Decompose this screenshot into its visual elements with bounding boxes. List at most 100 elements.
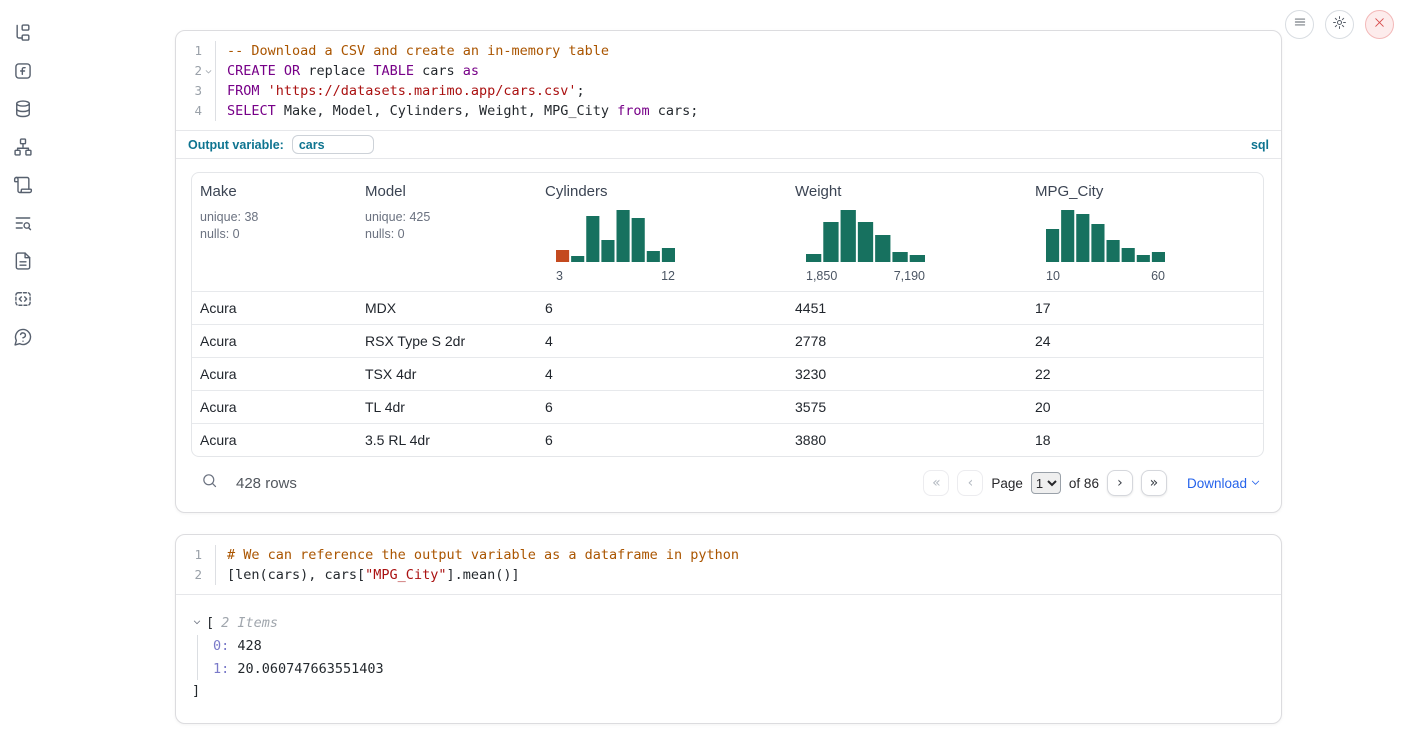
histogram-bar xyxy=(892,252,907,262)
cell-mpg_city: 18 xyxy=(1027,424,1263,456)
variables-icon[interactable] xyxy=(12,60,34,82)
cell-cylinders: 6 xyxy=(537,424,787,456)
table-body: AcuraMDX6445117AcuraRSX Type S 2dr427782… xyxy=(192,291,1263,456)
documentation-icon[interactable] xyxy=(12,250,34,272)
prev-page-button[interactable]: ‹ xyxy=(957,470,983,496)
chevron-down-icon[interactable] xyxy=(192,613,206,633)
cell-cylinders: 4 xyxy=(537,325,787,357)
tree-root: [ 2 Items xyxy=(192,613,1265,633)
histogram-bar xyxy=(632,218,645,262)
logs-icon[interactable] xyxy=(12,212,34,234)
code-text: # We can reference the output variable a… xyxy=(215,545,739,565)
cell-make: Acura xyxy=(192,358,357,390)
table-row: AcuraMDX6445117 xyxy=(192,291,1263,324)
python-code-editor[interactable]: 1# We can reference the output variable … xyxy=(176,535,1281,594)
dependency-graph-icon[interactable] xyxy=(12,136,34,158)
code-line[interactable]: 1 -- Download a CSV and create an in-memo… xyxy=(176,41,1281,61)
column-header-weight[interactable]: Weight 1,8507,190 xyxy=(787,173,1027,291)
settings-gear-icon xyxy=(1332,15,1347,35)
column-name: Weight xyxy=(795,183,1019,200)
output-variable-input[interactable] xyxy=(292,135,374,154)
fold-gutter xyxy=(202,81,215,101)
code-text: SELECT Make, Model, Cylinders, Weight, M… xyxy=(215,101,698,121)
histogram-bar xyxy=(1076,214,1089,262)
cell-cylinders: 6 xyxy=(537,292,787,324)
chevron-down-icon xyxy=(1250,476,1261,491)
tree-entry-value: 428 xyxy=(237,638,261,654)
cell-weight: 3230 xyxy=(787,358,1027,390)
cylinders-histogram[interactable]: 312 xyxy=(556,208,675,283)
tree-entries: 0: 4281: 20.060747663551403 xyxy=(197,635,1265,680)
open-bracket: [ xyxy=(206,613,214,633)
tree-entry: 1: 20.060747663551403 xyxy=(213,658,1265,681)
tree-entry: 0: 428 xyxy=(213,635,1265,658)
cell-make: Acura xyxy=(192,424,357,456)
sql-code-editor[interactable]: 1 -- Download a CSV and create an in-memo… xyxy=(176,31,1281,130)
shutdown-button[interactable] xyxy=(1365,10,1394,39)
histogram-bar xyxy=(601,240,614,262)
histogram-bar xyxy=(1091,224,1104,262)
line-number: 4 xyxy=(176,101,202,121)
column-header-cylinders[interactable]: Cylinders 312 xyxy=(537,173,787,291)
code-text: -- Download a CSV and create an in-memor… xyxy=(215,41,609,61)
cell-model: RSX Type S 2dr xyxy=(357,325,537,357)
search-icon xyxy=(201,472,218,494)
histogram-axis-labels: 1,8507,190 xyxy=(806,269,925,283)
column-header-make[interactable]: Makeunique: 38nulls: 0 xyxy=(192,173,357,291)
last-page-button[interactable]: » xyxy=(1141,470,1167,496)
download-button[interactable]: Download xyxy=(1187,476,1261,491)
code-line[interactable]: 4 SELECT Make, Model, Cylinders, Weight, … xyxy=(176,101,1281,121)
line-number: 1 xyxy=(176,41,202,61)
cell-weight: 4451 xyxy=(787,292,1027,324)
cell-mpg_city: 17 xyxy=(1027,292,1263,324)
file-explorer-icon[interactable] xyxy=(12,22,34,44)
tree-entry-key: 1: xyxy=(213,661,237,677)
fold-gutter xyxy=(202,545,215,565)
left-sidebar xyxy=(0,0,46,729)
page-label: Page xyxy=(991,476,1023,491)
language-badge[interactable]: sql xyxy=(1251,138,1269,152)
datasources-icon[interactable] xyxy=(12,98,34,120)
cell-model: 3.5 RL 4dr xyxy=(357,424,537,456)
column-name: Cylinders xyxy=(545,183,779,200)
output-variable-label: Output variable: xyxy=(188,138,284,152)
histogram-bar xyxy=(1107,240,1120,262)
line-number: 2 xyxy=(176,61,202,81)
close-bracket: ] xyxy=(192,681,1265,701)
histogram-bar xyxy=(910,255,925,262)
table-header-row: Makeunique: 38nulls: 0Modelunique: 425nu… xyxy=(192,173,1263,291)
histogram-bar xyxy=(662,248,675,262)
column-header-model[interactable]: Modelunique: 425nulls: 0 xyxy=(357,173,537,291)
scratchpad-icon[interactable] xyxy=(12,174,34,196)
column-header-mpg_city[interactable]: MPG_City1060 xyxy=(1027,173,1263,291)
snippets-icon[interactable] xyxy=(12,288,34,310)
weight-histogram[interactable]: 1,8507,190 xyxy=(806,208,925,283)
cell-make: Acura xyxy=(192,292,357,324)
page-select[interactable]: 1 xyxy=(1031,472,1061,494)
histogram-bar xyxy=(823,222,838,262)
mpg_city-histogram[interactable]: 1060 xyxy=(1046,208,1165,283)
histogram-bar xyxy=(556,250,569,262)
code-line[interactable]: 2[len(cars), cars["MPG_City"].mean()] xyxy=(176,565,1281,585)
notebook-actions xyxy=(1285,10,1394,39)
help-icon[interactable] xyxy=(12,326,34,348)
settings-button[interactable] xyxy=(1325,10,1354,39)
histogram-bar xyxy=(1152,252,1165,262)
fold-chevron-icon[interactable] xyxy=(202,61,215,81)
cell-mpg_city: 22 xyxy=(1027,358,1263,390)
cell-model: TL 4dr xyxy=(357,391,537,423)
cell-mpg_city: 24 xyxy=(1027,325,1263,357)
code-line[interactable]: 3FROM 'https://datasets.marimo.app/cars.… xyxy=(176,81,1281,101)
fold-gutter xyxy=(202,101,215,121)
first-page-button[interactable]: « xyxy=(923,470,949,496)
next-page-button[interactable]: › xyxy=(1107,470,1133,496)
code-line[interactable]: 1# We can reference the output variable … xyxy=(176,545,1281,565)
table-row: AcuraRSX Type S 2dr4277824 xyxy=(192,324,1263,357)
histogram-bar xyxy=(647,251,660,262)
code-line[interactable]: 2CREATE OR replace TABLE cars as xyxy=(176,61,1281,81)
cell-cylinders: 4 xyxy=(537,358,787,390)
close-icon xyxy=(1373,16,1386,34)
search-button[interactable] xyxy=(198,472,220,494)
menu-button[interactable] xyxy=(1285,10,1314,39)
sql-output-area: Makeunique: 38nulls: 0Modelunique: 425nu… xyxy=(176,159,1281,512)
